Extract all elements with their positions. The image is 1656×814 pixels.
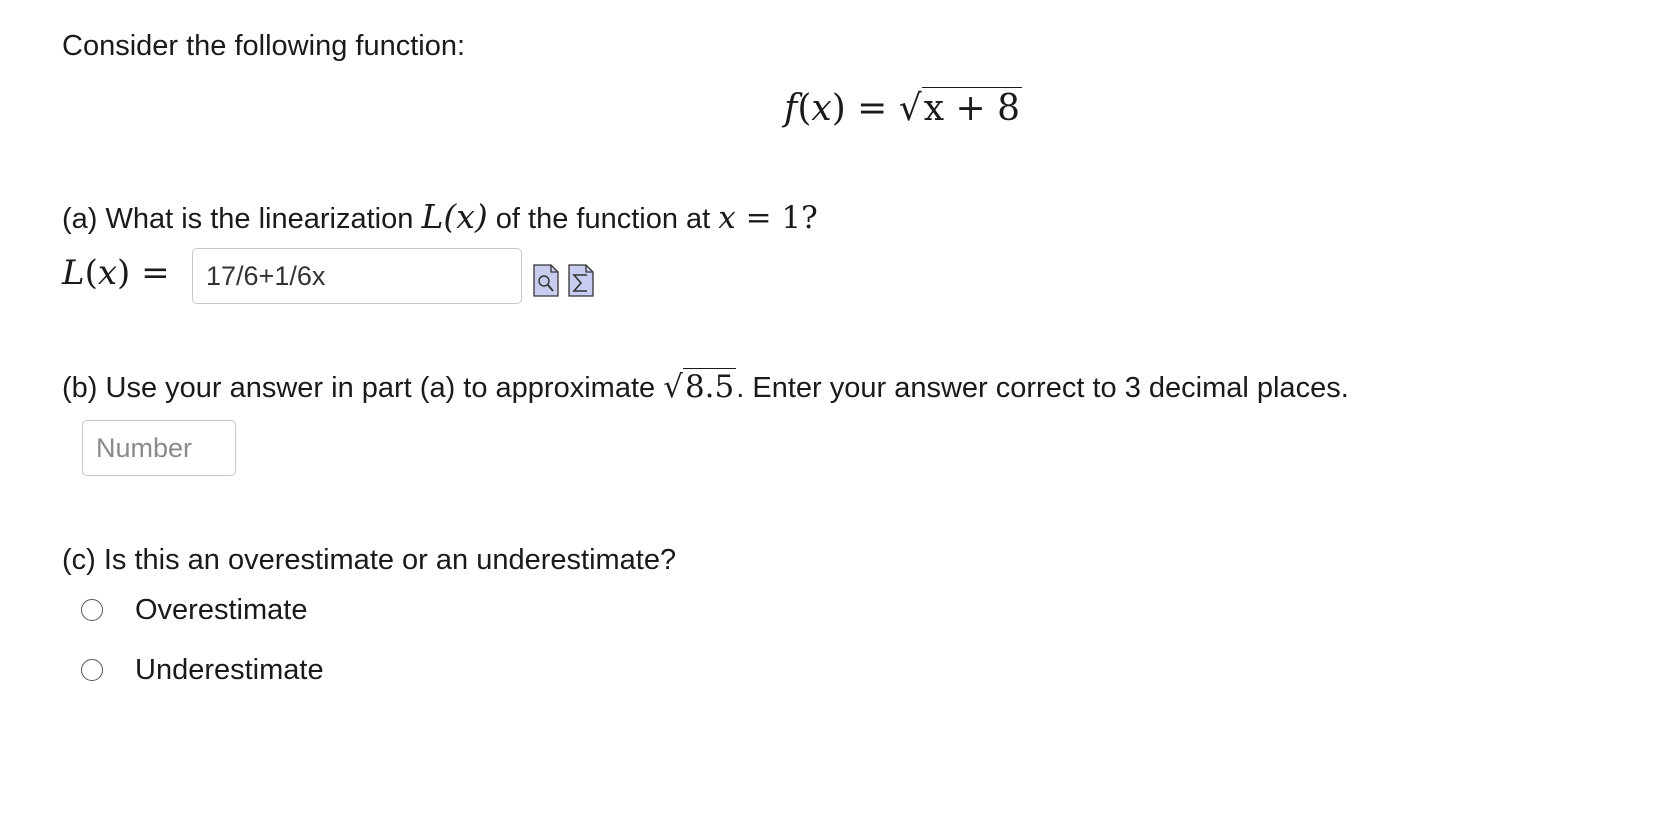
function-formula: f(x) = √x + 8 — [784, 87, 1023, 129]
underestimate-radio[interactable] — [81, 659, 103, 681]
part-b-sqrt: √8.5 — [663, 368, 737, 405]
formula-radicand: x + 8 — [921, 87, 1023, 129]
overestimate-label[interactable]: Overestimate — [135, 596, 307, 625]
part-b-prefix: (b) Use your answer in part (a) to appro… — [62, 372, 664, 404]
part-a-Lx: L(x) — [421, 197, 488, 236]
linearization-input[interactable]: 17/6+1/6x — [192, 248, 522, 304]
preview-icon[interactable] — [533, 264, 559, 297]
formula-f: f — [784, 88, 798, 129]
sigma-icon[interactable] — [568, 264, 594, 297]
part-a-mid: of the function at — [487, 203, 719, 235]
part-b-radicand: 8.5 — [682, 368, 737, 405]
linearization-input-value: 17/6+1/6x — [206, 260, 326, 291]
part-b-question: (b) Use your answer in part (a) to appro… — [62, 368, 1349, 405]
part-a-eq: = 1? — [735, 200, 818, 236]
intro-text: Consider the following function: — [62, 30, 466, 62]
part-a-prefix: (a) What is the linearization — [62, 203, 422, 235]
overestimate-radio[interactable] — [81, 599, 103, 621]
sqrt-symbol: √x + 8 — [898, 87, 1023, 129]
part-b-suffix: . Enter your answer correct to 3 decimal… — [736, 372, 1349, 404]
part-a-x: x — [718, 200, 736, 236]
part-c-question: (c) Is this an overestimate or an undere… — [62, 544, 677, 576]
part-a-question: (a) What is the linearization L(x) of th… — [62, 200, 818, 234]
underestimate-label[interactable]: Underestimate — [135, 656, 324, 685]
approximation-placeholder: Number — [96, 432, 193, 463]
approximation-input[interactable]: Number — [82, 420, 236, 476]
answer-a-label: L(x) = — [62, 253, 170, 293]
